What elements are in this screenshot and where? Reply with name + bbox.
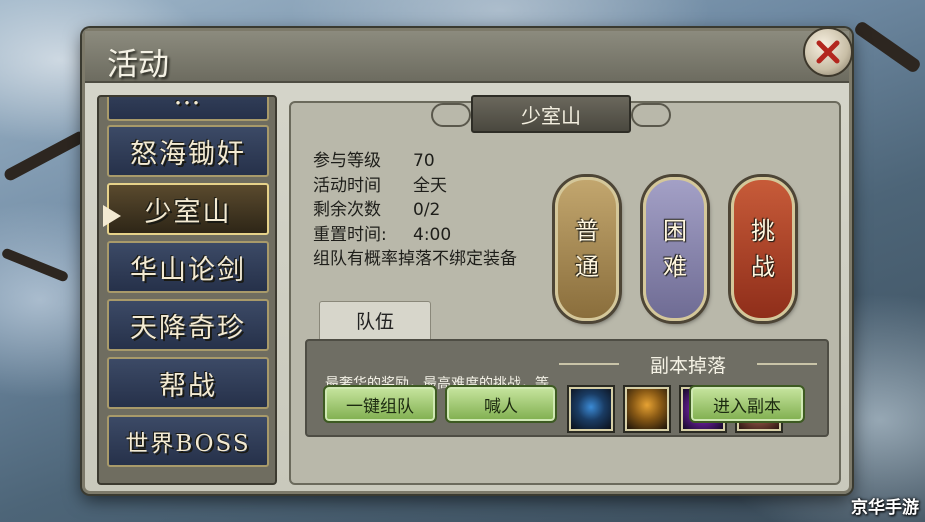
difficulty-label: 困	[663, 217, 687, 245]
selected-arrow-icon	[103, 205, 121, 227]
info-key: 重置时间:	[313, 224, 387, 245]
info-key: 参与等级	[313, 151, 381, 171]
info-key: 剩余次数	[313, 200, 381, 220]
info-value: 全天	[413, 175, 447, 196]
info-value: 0/2	[413, 200, 441, 220]
info-key: 活动时间	[313, 175, 381, 196]
info-row-level: 参与等级 70	[313, 149, 517, 174]
tab-team[interactable]: 队伍	[319, 301, 431, 339]
watermark: 京华手游	[851, 498, 919, 518]
drop-note: 组队有概率掉落不绑定装备	[313, 249, 517, 269]
ornament-icon	[431, 103, 471, 127]
sidebar-item-shaoshishan[interactable]: 少室山	[107, 183, 269, 235]
drops-title: 副本掉落	[649, 355, 726, 377]
sidebar-item-tianjiang[interactable]: 天降奇珍	[107, 299, 269, 351]
difficulty-label: 难	[663, 253, 687, 281]
activity-title: 少室山	[471, 95, 631, 133]
difficulty-hard-button[interactable]: 困 难	[643, 177, 707, 321]
sidebar-item-partial[interactable]: …	[107, 97, 269, 121]
shout-button[interactable]: 喊人	[445, 385, 557, 423]
info-row-time: 活动时间 全天	[313, 174, 517, 199]
sidebar-item-huashan[interactable]: 华山论剑	[107, 241, 269, 293]
armor-item-icon[interactable]	[569, 387, 613, 431]
one-key-team-button[interactable]: 一键组队	[323, 385, 437, 423]
info-row-remaining: 剩余次数 0/2	[313, 198, 517, 223]
activity-list: … 怒海锄奸 少室山 华山论剑 天降奇珍 帮战 世界BOSS	[97, 95, 277, 485]
helmet-item-icon[interactable]	[625, 387, 669, 431]
difficulty-challenge-button[interactable]: 挑 战	[731, 177, 795, 321]
window-title-bar: 活动	[85, 27, 853, 83]
activity-detail-panel: 少室山 参与等级 70 活动时间 全天 剩余次数 0/2 重置时间: 4:00 …	[289, 95, 841, 485]
sidebar-item-world-boss[interactable]: 世界BOSS	[107, 415, 269, 467]
ornament-icon	[631, 103, 671, 127]
sidebar-item-bangzhan[interactable]: 帮战	[107, 357, 269, 409]
enter-dungeon-button[interactable]: 进入副本	[689, 385, 805, 423]
activity-window: 活动 … 怒海锄奸 少室山 华山论剑 天降奇珍 帮战 世界BOSS 少室山 参与…	[82, 27, 853, 494]
difficulty-label: 通	[575, 253, 599, 281]
sidebar-item-nuhai[interactable]: 怒海锄奸	[107, 125, 269, 177]
difficulty-normal-button[interactable]: 普 通	[555, 177, 619, 321]
difficulty-label: 普	[575, 217, 599, 245]
info-value: 4:00	[413, 224, 452, 245]
info-row-reset: 重置时间: 4:00	[313, 223, 517, 248]
window-title: 活动	[107, 47, 169, 83]
info-value: 70	[413, 151, 435, 171]
close-icon	[816, 40, 840, 64]
difficulty-label: 战	[751, 253, 775, 281]
difficulty-label: 挑	[751, 217, 775, 245]
activity-info: 参与等级 70 活动时间 全天 剩余次数 0/2 重置时间: 4:00 组队有概…	[313, 149, 517, 272]
close-button[interactable]	[803, 27, 853, 77]
